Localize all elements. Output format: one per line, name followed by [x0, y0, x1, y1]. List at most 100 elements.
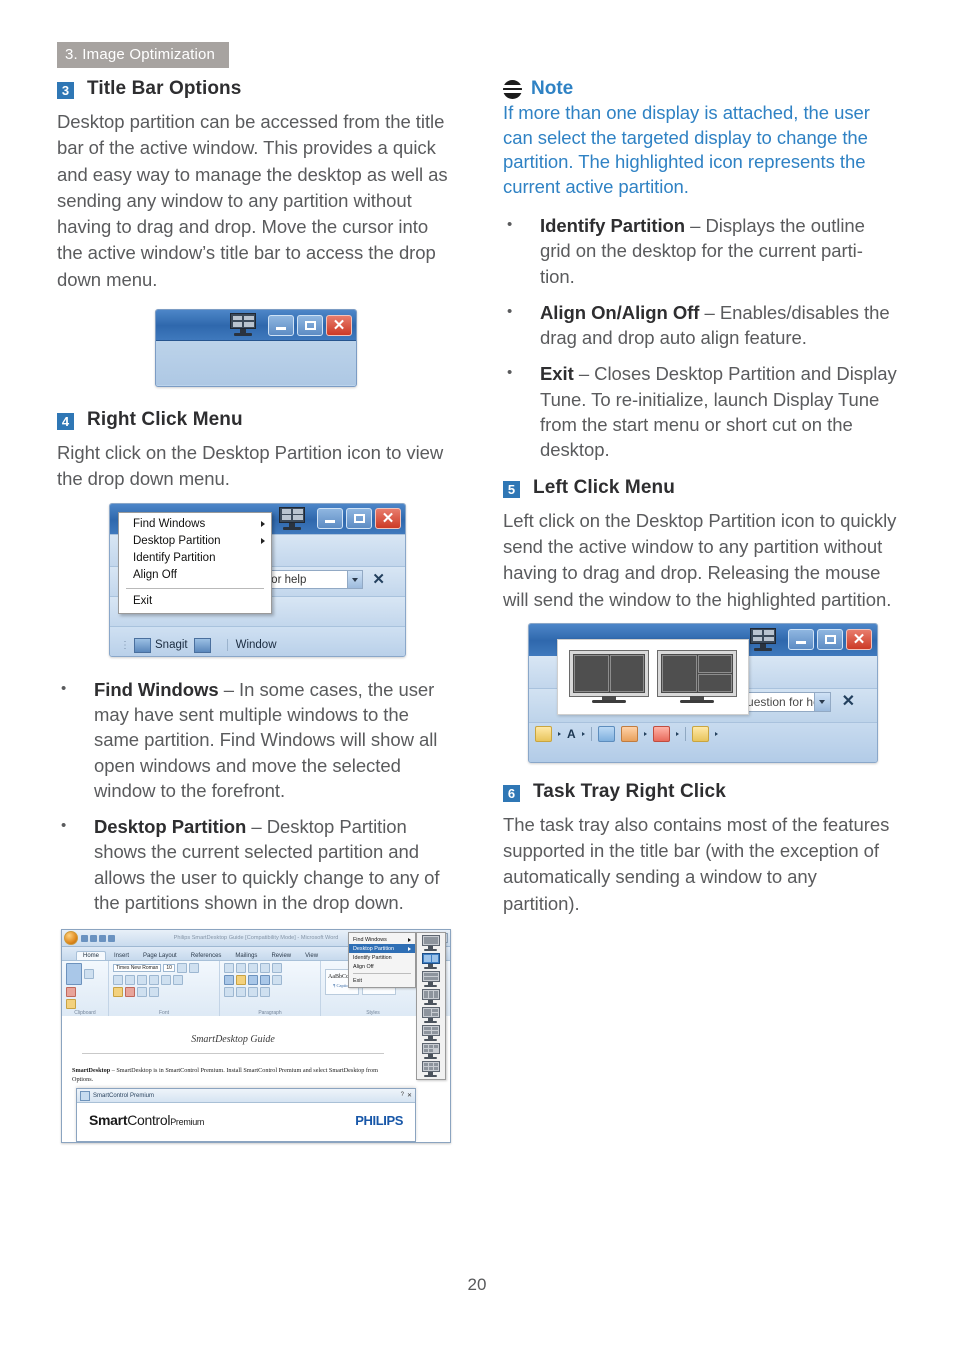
menu-item-exit[interactable]: Exit	[119, 593, 271, 610]
snagit-icon[interactable]	[134, 637, 151, 653]
close-icon[interactable]: ✕	[842, 692, 855, 712]
context-menu[interactable]: Find Windows Desktop Partition Identify …	[118, 511, 272, 614]
clear-formatting-icon[interactable]	[149, 987, 159, 998]
font-color-icon[interactable]	[125, 987, 135, 998]
align-right-icon[interactable]	[248, 975, 258, 986]
partition-option-three-mixed[interactable]	[657, 649, 737, 703]
format-painter-icon[interactable]	[66, 999, 76, 1010]
maximize-button[interactable]	[817, 629, 843, 651]
bold-icon[interactable]	[113, 975, 123, 986]
chevron-down-icon[interactable]	[714, 731, 718, 736]
sort-icon[interactable]	[248, 987, 258, 998]
strikethrough-icon[interactable]	[149, 975, 159, 986]
partition-option-four[interactable]	[421, 1025, 441, 1041]
partition-option-three-left[interactable]	[421, 989, 441, 1005]
window-icon[interactable]	[193, 637, 211, 653]
close-button[interactable]: ✕	[846, 629, 872, 651]
menu-item-identify-partition[interactable]: Identify Partition	[349, 953, 415, 962]
close-button[interactable]: ✕	[326, 314, 352, 336]
highlight-color-icon[interactable]	[113, 987, 123, 998]
change-case-icon[interactable]	[137, 987, 147, 998]
menu-item-align-off[interactable]: Align Off	[119, 567, 271, 584]
insert-hyperlink-icon[interactable]	[597, 725, 615, 742]
partition-option-single[interactable]	[421, 935, 441, 951]
partition-option-five[interactable]	[421, 1043, 441, 1059]
track-changes-icon[interactable]	[691, 725, 709, 742]
quick-access-toolbar[interactable]	[81, 934, 115, 942]
highlight-icon[interactable]	[535, 725, 552, 742]
drag-handle-icon[interactable]: ⋮	[120, 640, 131, 651]
italic-icon[interactable]	[125, 975, 135, 986]
grow-font-icon[interactable]	[176, 963, 187, 974]
word-context-menu[interactable]: Find Windows Desktop Partition Identify …	[348, 932, 416, 989]
chevron-down-icon[interactable]	[675, 731, 679, 736]
line-spacing-icon[interactable]	[272, 975, 282, 986]
chevron-down-icon[interactable]	[814, 692, 830, 711]
menu-item-identify-partition[interactable]: Identify Partition	[119, 550, 271, 567]
borders-icon[interactable]	[236, 987, 246, 998]
menu-item-find-windows[interactable]: Find Windows	[119, 516, 271, 533]
bullets-icon[interactable]	[224, 963, 234, 974]
menu-item-desktop-partition[interactable]: Desktop Partition	[349, 944, 415, 954]
tab-home[interactable]: Home	[76, 950, 107, 961]
show-marks-icon[interactable]	[260, 987, 270, 998]
menu-item-desktop-partition[interactable]: Desktop Partition	[119, 533, 271, 550]
chevron-down-icon[interactable]	[643, 731, 647, 736]
chevron-down-icon[interactable]	[581, 731, 585, 736]
tab-insert[interactable]: Insert	[108, 952, 135, 961]
help-icon[interactable]: ?	[401, 1092, 404, 1099]
font-name-box[interactable]: Times New Roman	[113, 964, 162, 973]
close-icon[interactable]: ✕	[407, 1092, 412, 1099]
chevron-down-icon[interactable]	[558, 731, 561, 736]
align-center-icon[interactable]	[236, 975, 246, 986]
font-size-box[interactable]: 10	[163, 964, 175, 973]
cut-icon[interactable]	[84, 969, 94, 980]
menu-item-find-windows[interactable]: Find Windows	[349, 935, 415, 944]
underline-icon[interactable]	[137, 975, 147, 986]
comment-icon[interactable]	[620, 725, 638, 742]
align-left-icon[interactable]	[224, 975, 234, 986]
minimize-button[interactable]	[317, 508, 343, 530]
superscript-icon[interactable]	[173, 975, 183, 986]
monitor-partition-icon[interactable]	[228, 313, 258, 337]
partition-option-two-vertical-selected[interactable]	[421, 953, 441, 969]
chevron-down-icon[interactable]	[347, 570, 362, 588]
shading-icon[interactable]	[224, 987, 234, 998]
tab-mailings[interactable]: Mailings	[229, 952, 263, 961]
subscript-icon[interactable]	[161, 975, 171, 986]
close-icon[interactable]: ✕	[372, 570, 385, 589]
justify-icon[interactable]	[260, 975, 270, 986]
copy-icon[interactable]	[66, 987, 76, 998]
reject-change-icon[interactable]	[652, 725, 670, 742]
tab-review[interactable]: Review	[265, 952, 297, 961]
partition-option-two-horizontal[interactable]	[421, 971, 441, 987]
partition-option-two-vertical[interactable]	[569, 649, 649, 703]
partition-option-three-mixed[interactable]	[421, 1007, 441, 1023]
minimize-button[interactable]	[788, 629, 814, 651]
close-button[interactable]: ✕	[375, 508, 401, 530]
list-item: Align On/Align Off – Enables/disables th…	[503, 299, 897, 351]
numbering-icon[interactable]	[236, 963, 246, 974]
monitor-partition-icon[interactable]	[277, 506, 307, 531]
maximize-button[interactable]	[297, 314, 323, 336]
tab-references[interactable]: References	[185, 952, 228, 961]
tab-view[interactable]: View	[299, 952, 324, 961]
paste-icon[interactable]	[66, 963, 82, 986]
office-orb-icon[interactable]	[64, 931, 78, 946]
partition-layout-list[interactable]	[416, 932, 446, 1081]
partition-popup[interactable]	[557, 638, 749, 715]
shrink-font-icon[interactable]	[188, 963, 199, 974]
tab-page-layout[interactable]: Page Layout	[137, 952, 183, 961]
monitor-partition-icon[interactable]	[748, 627, 778, 652]
increase-indent-icon[interactable]	[272, 963, 282, 974]
menu-item-exit[interactable]: Exit	[349, 976, 415, 985]
menu-item-align-off[interactable]: Align Off	[349, 962, 415, 971]
maximize-button[interactable]	[346, 508, 372, 530]
smartcontrol-dialog: SmartControl Premium ? ✕ SmartControlPre…	[76, 1088, 416, 1143]
multilevel-list-icon[interactable]	[248, 963, 258, 974]
font-color-icon[interactable]: A	[567, 727, 576, 741]
partition-option-six[interactable]	[421, 1061, 441, 1077]
minimize-button[interactable]	[268, 314, 294, 336]
decrease-indent-icon[interactable]	[260, 963, 270, 974]
smartcontrol-icon	[80, 1090, 90, 1101]
